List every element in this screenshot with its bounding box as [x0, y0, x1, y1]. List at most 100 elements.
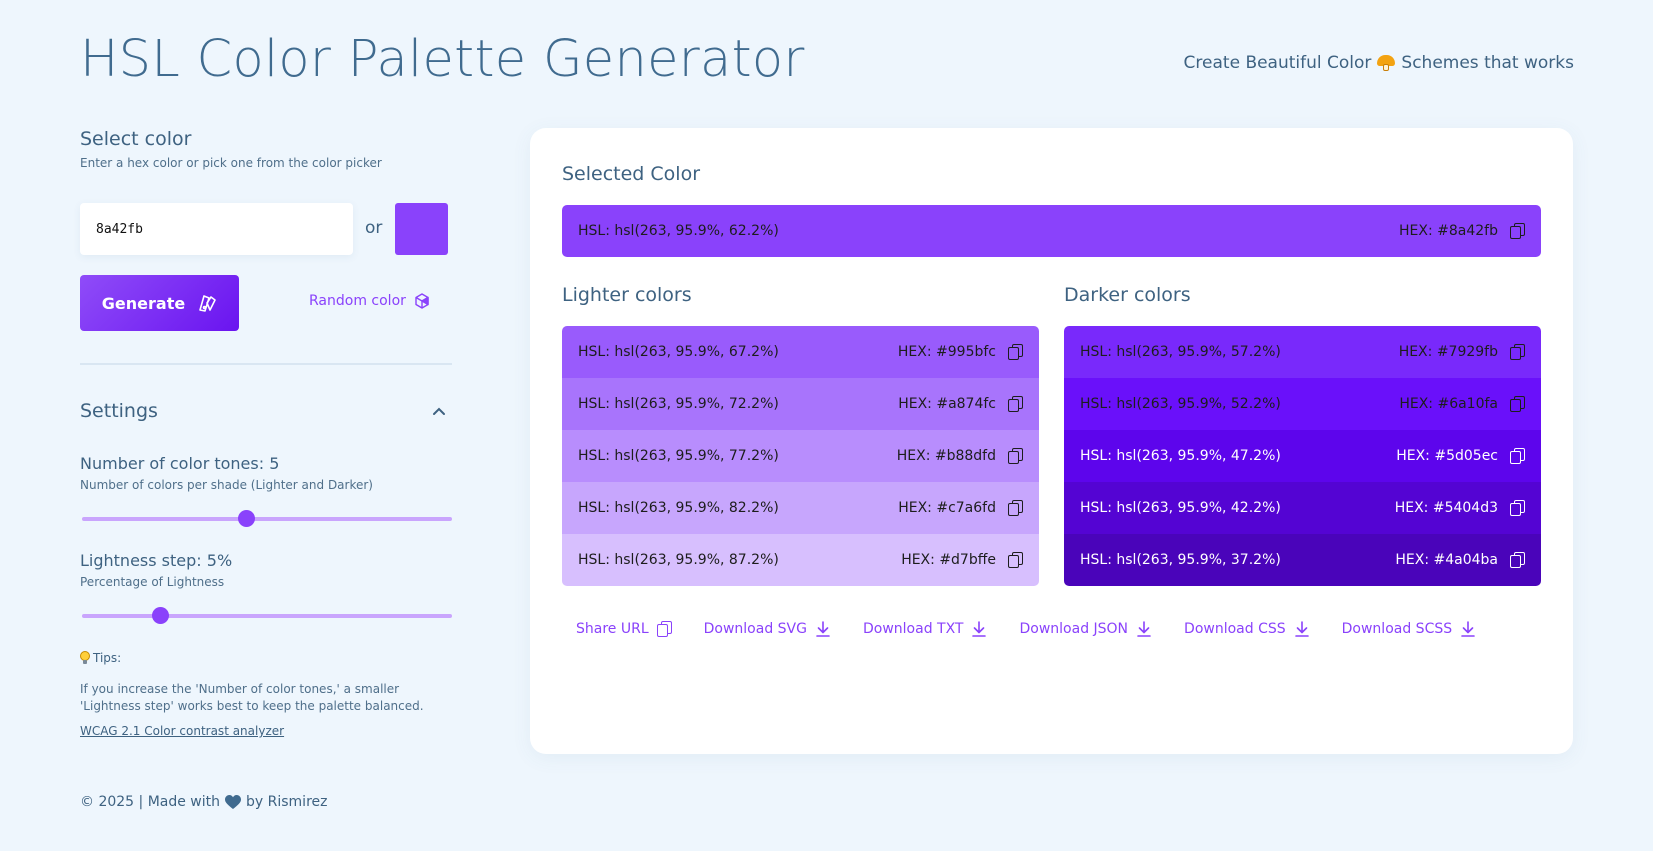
lighter-color-row: HSL: hsl(263, 95.9%, 67.2%) HEX: #995bfc — [562, 326, 1039, 378]
mushroom-icon — [1377, 54, 1396, 72]
tagline-after: Schemes that works — [1401, 53, 1574, 73]
lighter-hex-group: HEX: #995bfc — [898, 344, 1023, 360]
darker-hex-group: HEX: #5d05ec — [1396, 448, 1525, 464]
footer-before: © 2025 | Made with — [80, 794, 221, 810]
download-icon — [972, 621, 987, 637]
download-icon — [1294, 621, 1309, 637]
lighter-color-row: HSL: hsl(263, 95.9%, 87.2%) HEX: #d7bffe — [562, 534, 1039, 586]
darker-hex: HEX: #6a10fa — [1399, 396, 1498, 412]
download-icon — [816, 621, 830, 637]
button-row: Generate Random color — [80, 275, 452, 331]
darker-color-row: HSL: hsl(263, 95.9%, 52.2%) HEX: #6a10fa — [1064, 378, 1541, 430]
or-label: or — [365, 218, 383, 238]
page-title: HSL Color Palette Generator — [80, 30, 805, 89]
darker-hex: HEX: #5404d3 — [1394, 500, 1498, 516]
darker-colors-title: Darker colors — [1064, 284, 1191, 306]
lighter-hsl: HSL: hsl(263, 95.9%, 82.2%) — [578, 500, 779, 516]
darker-hex: HEX: #7929fb — [1398, 344, 1498, 360]
darker-hex-group: HEX: #4a04ba — [1395, 552, 1525, 568]
darker-color-row: HSL: hsl(263, 95.9%, 37.2%) HEX: #4a04ba — [1064, 534, 1541, 586]
copy-icon — [656, 621, 672, 637]
tones-slider-track — [82, 517, 452, 521]
darker-hex-group: HEX: #5404d3 — [1395, 500, 1525, 516]
action-share-url[interactable]: Share URL — [576, 621, 672, 637]
lighter-hex-group: HEX: #a874fc — [898, 396, 1023, 412]
action-label: Download TXT — [862, 621, 964, 637]
tones-slider[interactable] — [82, 510, 452, 528]
darker-hex: HEX: #5d05ec — [1396, 448, 1498, 464]
settings-toggle[interactable]: Settings — [80, 400, 452, 428]
step-slider-track — [82, 614, 452, 618]
action-download-svg[interactable]: Download SVG — [704, 621, 831, 637]
hex-input[interactable] — [80, 203, 353, 255]
action-download-txt[interactable]: Download TXT — [863, 621, 988, 637]
random-color-button[interactable]: Random color — [309, 293, 430, 309]
action-download-scss[interactable]: Download SCSS — [1342, 621, 1476, 637]
darker-hsl: HSL: hsl(263, 95.9%, 47.2%) — [1080, 448, 1281, 464]
lighter-colors-list: HSL: hsl(263, 95.9%, 67.2%) HEX: #995bfc H… — [562, 326, 1039, 586]
selected-hex: HEX: #8a42fb — [1399, 223, 1498, 239]
copy-icon[interactable] — [1510, 448, 1525, 464]
darker-hex: HEX: #4a04ba — [1395, 552, 1498, 568]
darker-color-row: HSL: hsl(263, 95.9%, 47.2%) HEX: #5d05ec — [1064, 430, 1541, 482]
darker-hex-group: HEX: #7929fb — [1399, 344, 1525, 360]
darker-color-row: HSL: hsl(263, 95.9%, 42.2%) HEX: #5404d3 — [1064, 482, 1541, 534]
lighter-color-row: HSL: hsl(263, 95.9%, 82.2%) HEX: #c7a6fd — [562, 482, 1039, 534]
tones-setting: Number of color tones: 5 Number of color… — [80, 454, 452, 492]
color-picker-swatch[interactable] — [395, 203, 448, 255]
selected-hsl: HSL: hsl(263, 95.9%, 62.2%) — [578, 223, 779, 239]
lighter-hex: HEX: #a874fc — [898, 396, 996, 412]
wcag-link[interactable]: WCAG 2.1 Color contrast analyzer — [80, 724, 284, 738]
lighter-colors-title: Lighter colors — [562, 284, 692, 306]
step-slider-thumb[interactable] — [151, 607, 169, 624]
darker-hex-group: HEX: #6a10fa — [1399, 396, 1525, 412]
copy-icon[interactable] — [1008, 500, 1023, 516]
palette-card: Selected Color HSL: hsl(263, 95.9%, 62.2… — [530, 128, 1573, 754]
darker-hsl: HSL: hsl(263, 95.9%, 52.2%) — [1080, 396, 1281, 412]
settings-title: Settings — [80, 400, 158, 422]
generate-button[interactable]: Generate — [80, 275, 239, 331]
tagline-before: Create Beautiful Color — [1183, 53, 1372, 73]
selected-color-bar: HSL: hsl(263, 95.9%, 62.2%) HEX: #8a42fb — [562, 205, 1541, 257]
copy-icon[interactable] — [1510, 500, 1525, 516]
copy-icon[interactable] — [1008, 344, 1023, 360]
copy-icon[interactable] — [1008, 396, 1023, 412]
copy-icon[interactable] — [1510, 396, 1525, 412]
action-download-json[interactable]: Download JSON — [1019, 621, 1152, 637]
darker-colors-list: HSL: hsl(263, 95.9%, 57.2%) HEX: #7929fb H… — [1064, 326, 1541, 586]
darker-hsl: HSL: hsl(263, 95.9%, 57.2%) — [1080, 344, 1281, 360]
action-label: Share URL — [576, 621, 649, 637]
tagline: Create Beautiful Color Schemes that work… — [1184, 53, 1574, 73]
swatchbook-icon — [199, 295, 217, 312]
copy-icon[interactable] — [1510, 552, 1525, 568]
lighter-hex: HEX: #d7bffe — [901, 552, 996, 568]
tips-title: Tips: — [93, 651, 122, 665]
lighter-hsl: HSL: hsl(263, 95.9%, 87.2%) — [578, 552, 779, 568]
action-label: Download JSON — [1019, 621, 1129, 637]
darker-hsl: HSL: hsl(263, 95.9%, 37.2%) — [1080, 552, 1281, 568]
copy-icon[interactable] — [1008, 552, 1023, 568]
divider — [80, 363, 452, 365]
cube-icon — [415, 293, 429, 309]
lighter-hex: HEX: #995bfc — [897, 344, 996, 360]
color-input-row: or — [80, 203, 452, 255]
selected-color-title: Selected Color — [562, 163, 701, 185]
lighter-hsl: HSL: hsl(263, 95.9%, 72.2%) — [578, 396, 779, 412]
copy-icon[interactable] — [1008, 448, 1023, 464]
lighter-hex-group: HEX: #d7bffe — [901, 552, 1023, 568]
action-download-css[interactable]: Download CSS — [1184, 621, 1310, 637]
tips-section: Tips: If you increase the 'Number of col… — [80, 651, 452, 739]
footer-after: by Rismirez — [246, 794, 328, 810]
lighter-hex: HEX: #b88dfd — [896, 448, 996, 464]
copy-icon[interactable] — [1510, 344, 1525, 360]
step-subtitle: Percentage of Lightness — [80, 575, 225, 589]
tips-heading: Tips: — [80, 651, 452, 665]
copy-icon[interactable] — [1510, 223, 1525, 239]
tones-slider-thumb[interactable] — [238, 510, 256, 527]
lighter-hsl: HSL: hsl(263, 95.9%, 77.2%) — [578, 448, 779, 464]
action-label: Download SCSS — [1341, 621, 1453, 637]
step-slider[interactable] — [82, 607, 452, 625]
step-label: Lightness step: 5% — [80, 551, 233, 570]
action-label: Download SVG — [703, 621, 807, 637]
selected-hex-group: HEX: #8a42fb — [1399, 223, 1525, 239]
